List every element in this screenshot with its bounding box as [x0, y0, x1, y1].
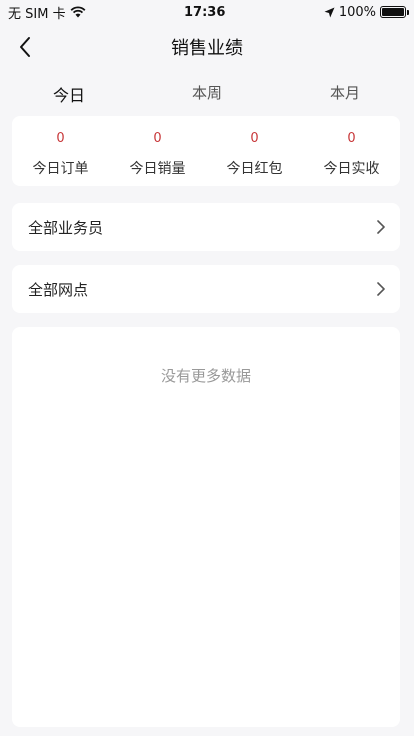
outlet-filter[interactable]: 全部网点: [12, 265, 400, 313]
nav-bar: 销售业绩: [0, 24, 414, 70]
chevron-left-icon: [20, 37, 30, 57]
stat-received: 0 今日实收: [303, 116, 400, 186]
stat-orders-value: 0: [56, 131, 65, 146]
results-list: 没有更多数据: [12, 327, 400, 727]
chevron-right-icon: [377, 220, 385, 234]
battery-fill: [381, 8, 404, 16]
stat-redpacket-value: 0: [250, 131, 259, 146]
tab-today[interactable]: 今日: [0, 74, 138, 114]
stat-received-label: 今日实收: [323, 161, 380, 177]
outlet-label: 全部网点: [28, 280, 89, 299]
stat-redpacket: 0 今日红包: [206, 116, 303, 186]
salesperson-row[interactable]: 全部业务员: [12, 203, 400, 251]
stat-received-value: 0: [347, 131, 356, 146]
page-title: 销售业绩: [171, 38, 243, 59]
back-button[interactable]: [10, 32, 40, 62]
carrier-text: 无 SIM 卡: [8, 6, 66, 22]
stat-orders: 0 今日订单: [12, 116, 109, 186]
empty-state-text: 没有更多数据: [160, 367, 251, 385]
stat-redpacket-label: 今日红包: [226, 161, 283, 177]
tab-today-label: 今日: [52, 86, 85, 105]
clock-text: 17:36: [184, 4, 226, 20]
status-right: 100%: [324, 4, 409, 20]
stat-orders-label: 今日订单: [32, 161, 89, 177]
stat-sales: 0 今日销量: [109, 116, 206, 186]
battery-icon: [379, 6, 409, 18]
tab-month-label: 本月: [329, 84, 360, 102]
chevron-right-icon: [377, 282, 385, 296]
tab-month[interactable]: 本月: [276, 74, 414, 114]
status-bar: 无 SIM 卡 17:36 100%: [0, 0, 414, 24]
stat-sales-label: 今日销量: [129, 161, 186, 177]
tab-week-label: 本周: [191, 84, 222, 102]
salesperson-filter[interactable]: 全部业务员: [12, 203, 400, 251]
period-tabs: 今日 本周 本月: [0, 74, 414, 114]
salesperson-label: 全部业务员: [28, 218, 104, 237]
stats-card: 0 今日订单 0 今日销量 0 今日红包 0 今日实收: [12, 116, 400, 186]
status-left: 无 SIM 卡: [8, 3, 86, 22]
tab-week[interactable]: 本周: [138, 74, 276, 114]
outlet-row[interactable]: 全部网点: [12, 265, 400, 313]
wifi-icon: [70, 6, 86, 18]
location-arrow-icon: [324, 7, 335, 17]
battery-percent: 100%: [338, 4, 376, 20]
stat-sales-value: 0: [153, 131, 162, 146]
